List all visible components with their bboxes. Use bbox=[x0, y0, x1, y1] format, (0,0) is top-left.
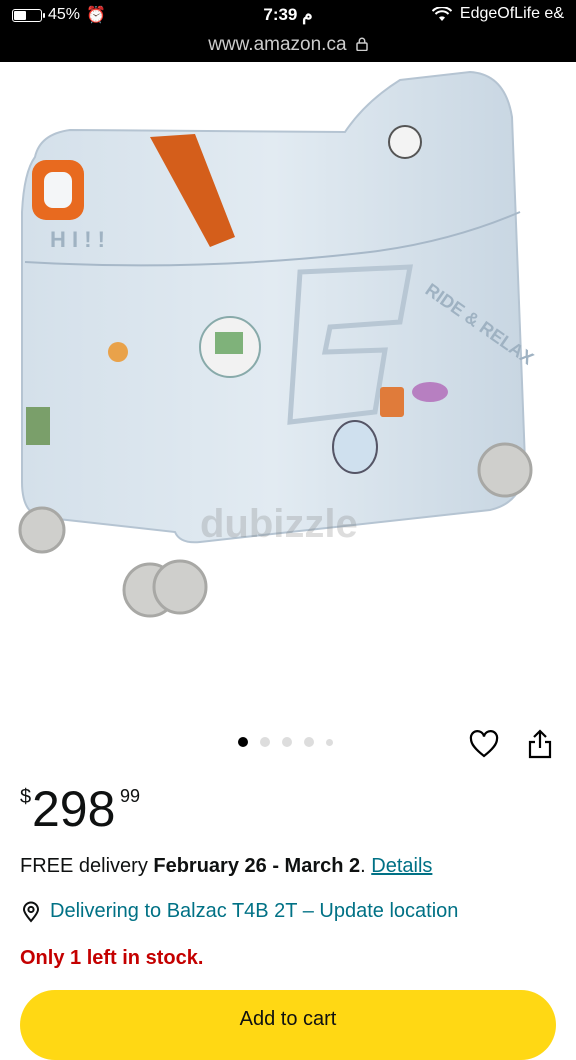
lock-icon bbox=[356, 37, 368, 52]
carrier-name: EdgeOfLife e& bbox=[459, 5, 564, 22]
share-button[interactable] bbox=[524, 728, 556, 760]
image-carousel-dots[interactable] bbox=[238, 737, 333, 747]
svg-text:H I ! !: H I ! ! bbox=[50, 227, 105, 252]
delivery-prefix: FREE delivery bbox=[20, 855, 154, 877]
url-bar[interactable]: www.amazon.ca bbox=[0, 34, 576, 56]
location-pin-icon bbox=[22, 901, 40, 923]
price-whole: 298 bbox=[32, 781, 116, 837]
wishlist-button[interactable] bbox=[468, 728, 500, 760]
delivery-location[interactable]: Delivering to Balzac T4B 2T – Update loc… bbox=[20, 900, 458, 923]
status-right: EdgeOfLife e& bbox=[431, 5, 564, 23]
share-icon bbox=[528, 729, 552, 759]
delivery-dates: February 26 - March 2 bbox=[153, 855, 361, 877]
carousel-dot[interactable] bbox=[326, 738, 333, 746]
heart-icon bbox=[469, 730, 499, 758]
delivery-info: FREE delivery February 26 - March 2. Det… bbox=[20, 855, 432, 878]
carousel-dot[interactable] bbox=[282, 737, 292, 747]
details-link[interactable]: Details bbox=[371, 855, 432, 877]
carousel-dot[interactable] bbox=[304, 737, 314, 747]
wifi-icon bbox=[431, 6, 452, 21]
stock-status: Only 1 left in stock. bbox=[20, 947, 204, 969]
location-text[interactable]: Delivering to Balzac T4B 2T – Update loc… bbox=[50, 900, 458, 923]
suitcase-illustration: H I ! ! RIDE & RELAX bbox=[18, 70, 537, 618]
carousel-dot[interactable] bbox=[238, 737, 248, 747]
watermark: dubizzle bbox=[200, 502, 358, 546]
url-text: www.amazon.ca bbox=[208, 34, 347, 55]
delivery-suffix: . bbox=[360, 855, 372, 877]
product-image[interactable]: H I ! ! RIDE & RELAX dubizzle bbox=[0, 62, 576, 702]
add-to-cart-button[interactable]: Add to cart bbox=[20, 990, 556, 1060]
carousel-dot[interactable] bbox=[260, 737, 270, 747]
price-currency: $ bbox=[20, 786, 32, 808]
price-fraction: 99 bbox=[120, 786, 141, 806]
status-bar: 45% ⏰ 7:39 م EdgeOfLife e& www.amazon.ca bbox=[0, 0, 576, 62]
